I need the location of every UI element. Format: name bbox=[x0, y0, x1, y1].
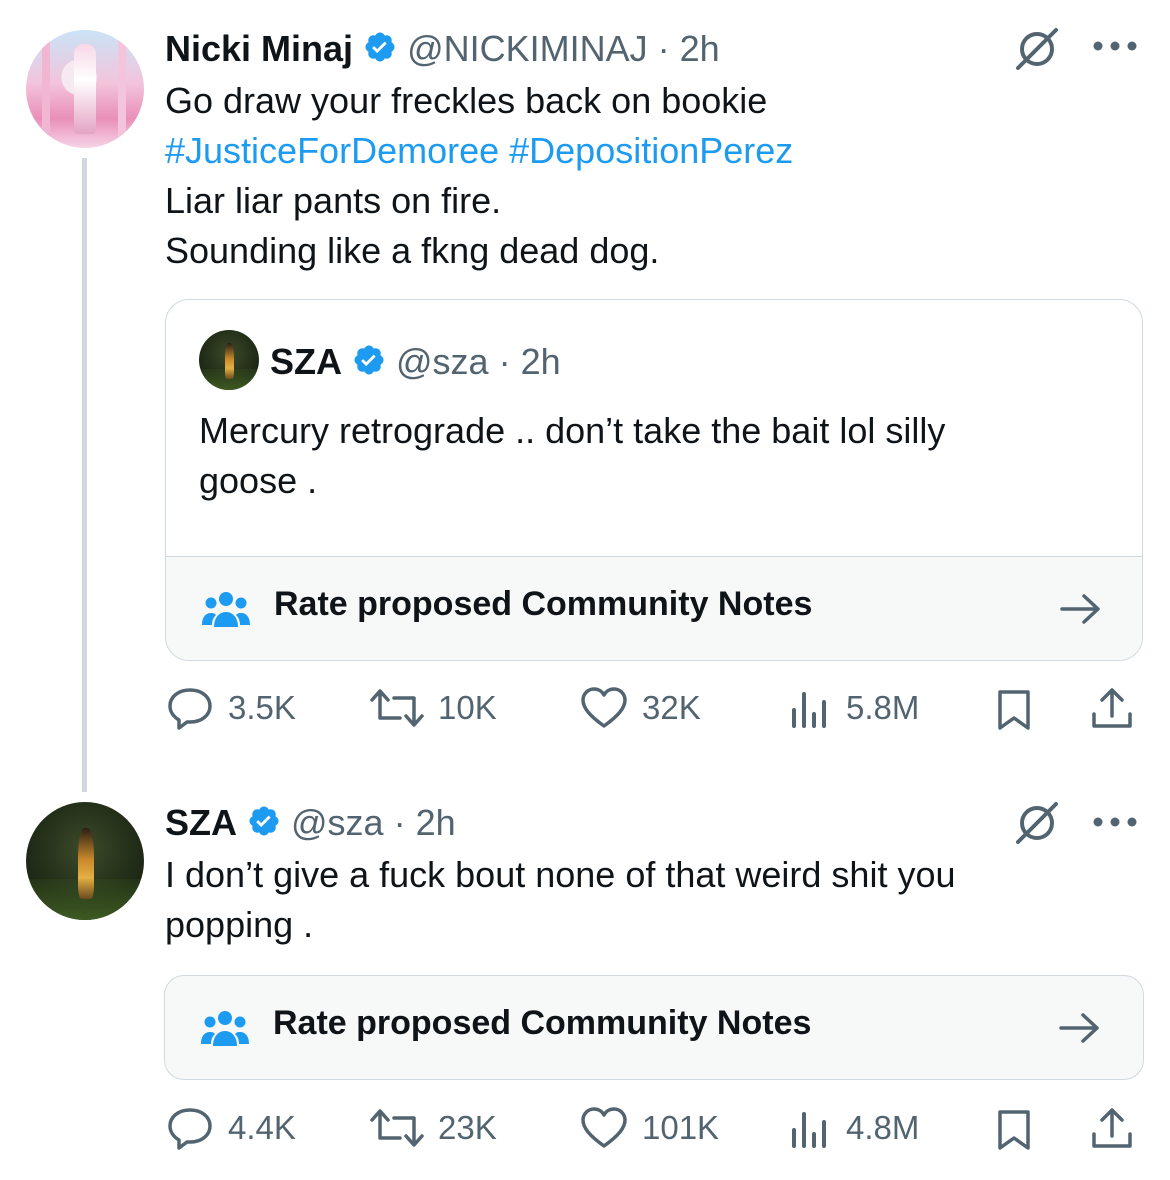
community-notes-icon bbox=[202, 589, 250, 629]
hashtag-link[interactable]: #JusticeForDemoree bbox=[165, 130, 499, 171]
tweet-line: Go draw your freckles back on bookie bbox=[165, 80, 768, 121]
views-button[interactable]: 4.8M bbox=[788, 1106, 919, 1150]
verified-badge-icon bbox=[363, 30, 397, 69]
timestamp[interactable]: · 2h bbox=[394, 802, 456, 844]
views-icon bbox=[788, 686, 832, 730]
bookmark-icon[interactable] bbox=[996, 688, 1032, 732]
like-button[interactable]: 101K bbox=[580, 1106, 719, 1150]
share-icon[interactable] bbox=[1090, 1106, 1134, 1150]
avatar-figure bbox=[74, 44, 96, 134]
tweet-line: Liar liar pants on fire. bbox=[165, 180, 502, 221]
reply-icon bbox=[166, 1106, 214, 1150]
repost-count: 10K bbox=[438, 689, 497, 726]
grok-icon[interactable] bbox=[1012, 26, 1062, 72]
avatar-decoration bbox=[118, 40, 126, 140]
views-count: 5.8M bbox=[846, 689, 920, 726]
like-icon bbox=[580, 686, 628, 730]
quote-timestamp[interactable]: · 2h bbox=[499, 341, 561, 383]
repost-count: 23K bbox=[438, 1109, 497, 1146]
repost-button[interactable]: 10K bbox=[370, 686, 497, 730]
quote-line: Mercury retrograde .. don’t take the bai… bbox=[199, 410, 946, 451]
tweet-text: Go draw your freckles back on bookie #Ju… bbox=[165, 76, 793, 276]
like-count: 32K bbox=[642, 689, 701, 726]
grok-icon[interactable] bbox=[1012, 800, 1062, 846]
author-name[interactable]: SZA bbox=[165, 802, 237, 844]
community-notes-bar[interactable]: Rate proposed Community Notes bbox=[164, 975, 1144, 1080]
community-notes-bar[interactable]: Rate proposed Community Notes bbox=[166, 556, 1142, 660]
avatar-sza[interactable] bbox=[26, 802, 144, 920]
hashtag-link[interactable]: #DepositionPerez bbox=[509, 130, 793, 171]
tweet-text: I don’t give a fuck bout none of that we… bbox=[165, 850, 956, 950]
quote-author-handle[interactable]: @sza bbox=[396, 341, 489, 383]
thread-line bbox=[82, 158, 87, 792]
repost-icon bbox=[370, 686, 424, 730]
arrow-right-icon[interactable] bbox=[1059, 1012, 1101, 1044]
like-button[interactable]: 32K bbox=[580, 686, 701, 730]
community-notes-label[interactable]: Rate proposed Community Notes bbox=[274, 585, 812, 624]
timestamp[interactable]: · 2h bbox=[658, 28, 720, 70]
verified-badge-icon bbox=[352, 343, 386, 382]
avatar-sza-small[interactable] bbox=[199, 330, 259, 390]
repost-button[interactable]: 23K bbox=[370, 1106, 497, 1150]
tweet-line: I don’t give a fuck bout none of that we… bbox=[165, 854, 956, 895]
like-count: 101K bbox=[642, 1109, 720, 1146]
reply-button[interactable]: 3.5K bbox=[166, 686, 296, 730]
avatar-figure bbox=[225, 343, 234, 380]
arrow-right-icon[interactable] bbox=[1060, 593, 1102, 625]
bookmark-icon[interactable] bbox=[996, 1108, 1032, 1152]
author-handle[interactable]: @sza bbox=[291, 802, 384, 844]
reply-icon bbox=[166, 686, 214, 730]
repost-icon bbox=[370, 1106, 424, 1150]
views-icon bbox=[788, 1106, 832, 1150]
avatar-decoration bbox=[42, 36, 50, 142]
quote-author-name[interactable]: SZA bbox=[270, 341, 342, 383]
share-icon[interactable] bbox=[1090, 686, 1134, 730]
tweet-line: popping . bbox=[165, 904, 314, 945]
reply-count: 3.5K bbox=[228, 689, 296, 726]
quote-header: SZA @sza · 2h bbox=[270, 338, 561, 386]
more-icon[interactable] bbox=[1092, 40, 1138, 52]
hashtags: #JusticeForDemoree #DepositionPerez bbox=[165, 126, 793, 176]
quote-text: Mercury retrograde .. don’t take the bai… bbox=[199, 406, 945, 506]
tweet-header: SZA @sza · 2h bbox=[165, 798, 456, 848]
author-name[interactable]: Nicki Minaj bbox=[165, 28, 353, 70]
avatar-nicki[interactable] bbox=[26, 30, 144, 148]
tweet-header: Nicki Minaj @NICKIMINAJ · 2h bbox=[165, 24, 720, 74]
verified-badge-icon bbox=[247, 804, 281, 843]
quote-line: goose . bbox=[199, 460, 318, 501]
views-button[interactable]: 5.8M bbox=[788, 686, 919, 730]
like-icon bbox=[580, 1106, 628, 1150]
reply-button[interactable]: 4.4K bbox=[166, 1106, 296, 1150]
avatar-figure bbox=[77, 827, 95, 899]
more-icon[interactable] bbox=[1092, 816, 1138, 828]
tweet-line: Sounding like a fkng dead dog. bbox=[165, 230, 660, 271]
author-handle[interactable]: @NICKIMINAJ bbox=[407, 28, 648, 70]
community-notes-icon bbox=[201, 1008, 249, 1048]
community-notes-label[interactable]: Rate proposed Community Notes bbox=[273, 1004, 811, 1043]
views-count: 4.8M bbox=[846, 1109, 920, 1146]
quoted-tweet[interactable]: SZA @sza · 2h Mercury retrograde .. don’… bbox=[165, 299, 1143, 661]
reply-count: 4.4K bbox=[228, 1109, 296, 1146]
